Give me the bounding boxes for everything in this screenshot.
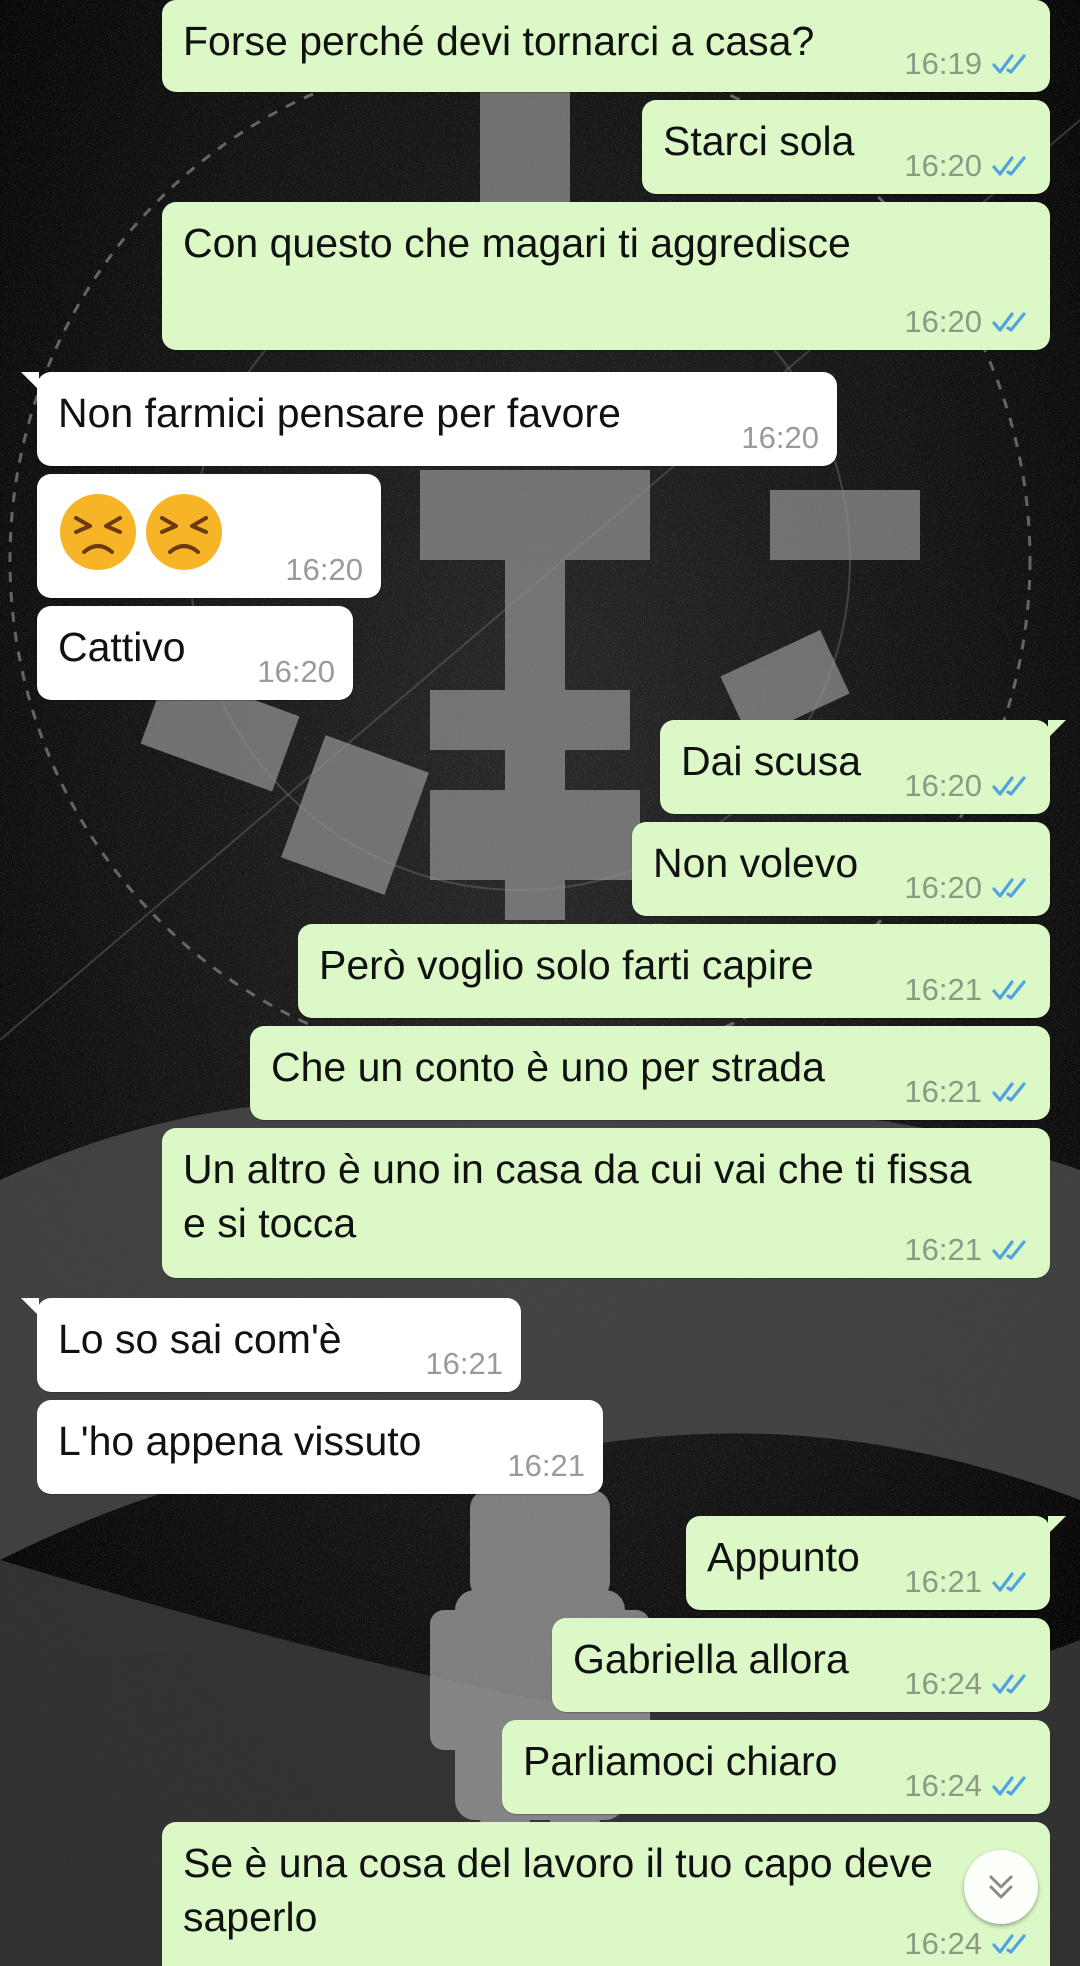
emoji-row [58,492,224,572]
message-time: 16:21 [904,1564,982,1599]
message-meta: 16:21 [904,1074,1032,1110]
message-bubble[interactable]: Appunto 16:21 [686,1516,1066,1610]
message-time: 16:20 [904,148,982,183]
message-time: 16:24 [904,1768,982,1803]
message-time: 16:20 [904,304,982,339]
message-bubble[interactable]: Cattivo 16:20 [37,606,353,700]
message-text: Dai scusa [681,738,862,784]
double-check-icon [992,54,1026,74]
message-meta: 16:20 [904,304,1032,340]
message-time: 16:24 [904,1666,982,1701]
persevering-face-emoji [146,494,222,570]
message-text: Non farmici pensare per favore [58,390,621,436]
message-time: 16:21 [425,1346,503,1381]
bubble-tail [21,1298,39,1316]
message-text: Un altro è uno in casa da cui vai che ti… [183,1146,972,1246]
message-text: Appunto [707,1534,860,1580]
message-time: 16:20 [741,420,819,455]
double-check-icon [992,1776,1026,1796]
message-bubble[interactable]: L'ho appena vissuto 16:21 [37,1400,603,1494]
message-bubble[interactable]: Che un conto è uno per strada 16:21 [250,1026,1050,1120]
message-meta: 16:20 [904,768,1032,804]
message-bubble[interactable]: Però voglio solo farti capire 16:21 [298,924,1050,1018]
double-check-icon [992,156,1026,176]
message-time: 16:21 [507,1448,585,1483]
message-bubble[interactable]: Parliamoci chiaro 16:24 [502,1720,1050,1814]
message-text: Non volevo [653,840,859,886]
double-check-icon [992,1674,1026,1694]
message-meta: 16:24 [904,1926,1032,1962]
message-meta: 16:21 [507,1448,585,1484]
message-meta: 16:21 [425,1346,503,1382]
message-time: 16:20 [904,870,982,905]
message-meta: 16:20 [257,654,335,690]
message-bubble[interactable]: Dai scusa 16:20 [660,720,1066,814]
bubble-tail [1048,720,1066,738]
bubble-tail [1048,1516,1066,1534]
message-meta: 16:21 [904,1564,1032,1600]
message-time: 16:19 [904,46,982,81]
message-bubble[interactable]: Non volevo 16:20 [632,822,1050,916]
message-meta: 16:21 [904,1232,1032,1268]
message-bubble[interactable]: Un altro è uno in casa da cui vai che ti… [162,1128,1050,1278]
message-text: Lo so sai com'è [58,1316,342,1362]
message-list[interactable]: Forse perché devi tornarci a casa? 16:19… [0,0,1080,1966]
message-text: L'ho appena vissuto [58,1418,422,1464]
message-bubble[interactable]: Non farmici pensare per favore 16:20 [21,372,837,466]
message-text: Parliamoci chiaro [523,1738,838,1784]
message-meta: 16:20 [741,420,819,456]
message-time: 16:20 [904,768,982,803]
double-check-icon [992,980,1026,1000]
message-meta: 16:21 [904,972,1032,1008]
message-time: 16:20 [257,654,335,689]
message-meta: 16:24 [904,1768,1032,1804]
double-check-icon [992,1572,1026,1592]
message-bubble[interactable]: 16:20 [37,474,381,598]
message-text: Se è una cosa del lavoro il tuo capo dev… [183,1840,933,1940]
double-check-icon [992,1240,1026,1260]
message-time: 16:20 [285,552,363,587]
message-text: Con questo che magari ti aggredisce [183,220,851,266]
message-meta: 16:19 [904,46,1032,82]
message-time: 16:21 [904,972,982,1007]
scroll-to-bottom-button[interactable] [964,1850,1038,1924]
message-meta: 16:20 [904,148,1032,184]
message-meta: 16:20 [904,870,1032,906]
message-time: 16:21 [904,1074,982,1109]
message-text: Gabriella allora [573,1636,849,1682]
double-check-icon [992,878,1026,898]
double-check-icon [992,1082,1026,1102]
message-bubble[interactable]: Starci sola 16:20 [642,100,1050,194]
message-text: Cattivo [58,624,186,670]
bubble-tail [21,372,39,390]
message-text: Forse perché devi tornarci a casa? [183,18,815,64]
double-check-icon [992,312,1026,332]
double-chevron-down-icon [989,1875,1013,1899]
message-bubble[interactable]: Lo so sai com'è 16:21 [21,1298,521,1392]
message-bubble[interactable]: Se è una cosa del lavoro il tuo capo dev… [162,1822,1050,1966]
message-bubble[interactable]: Con questo che magari ti aggredisce 16:2… [162,202,1050,350]
message-text: Però voglio solo farti capire [319,942,814,988]
persevering-face-emoji [60,494,136,570]
message-text: Starci sola [663,118,855,164]
message-meta: 16:24 [904,1666,1032,1702]
double-check-icon [992,1934,1026,1954]
message-meta: 16:20 [285,552,363,588]
message-bubble[interactable]: Forse perché devi tornarci a casa? 16:19 [162,0,1050,92]
message-time: 16:21 [904,1232,982,1267]
message-time: 16:24 [904,1926,982,1961]
message-bubble[interactable]: Gabriella allora 16:24 [552,1618,1050,1712]
message-text: Che un conto è uno per strada [271,1044,825,1090]
double-check-icon [992,776,1026,796]
